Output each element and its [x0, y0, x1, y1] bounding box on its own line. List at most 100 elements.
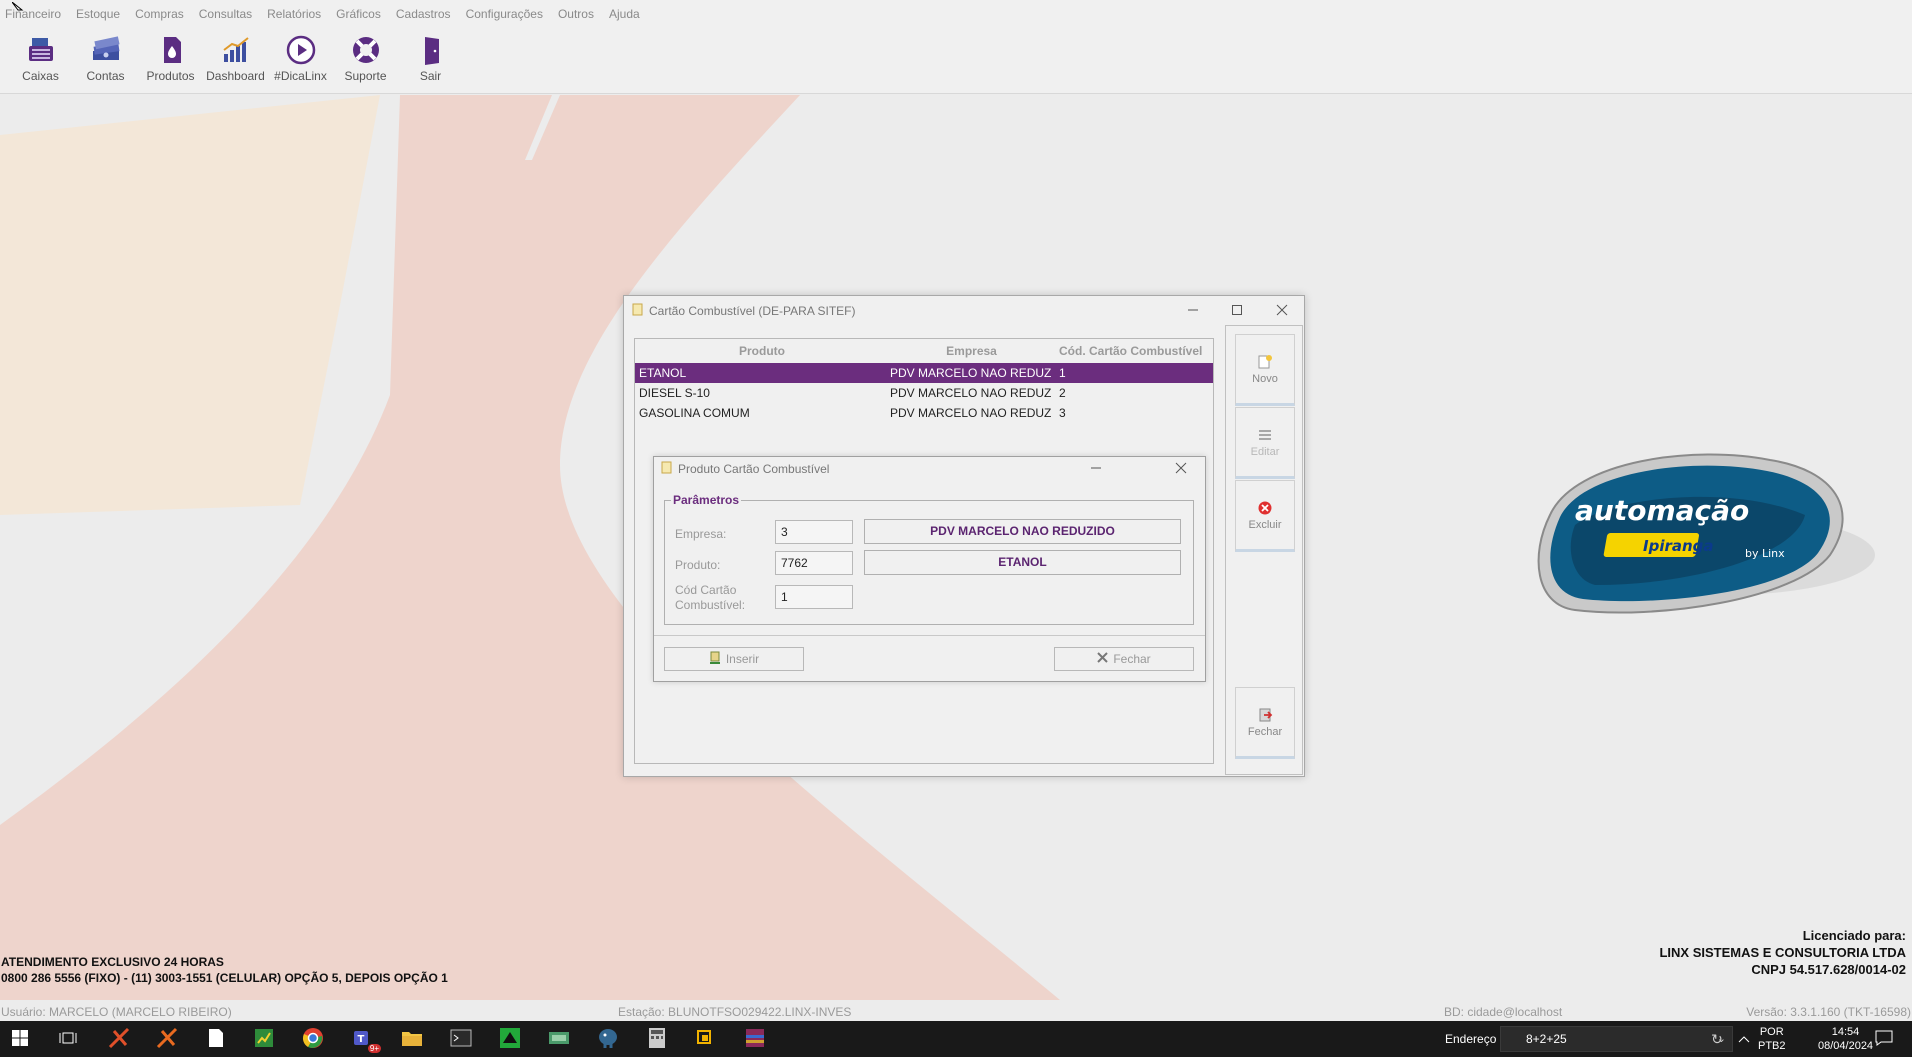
parametros-group: Parâmetros Empresa: 3 PDV MARCELO NAO RE…: [664, 493, 1194, 625]
toolbar-sair-button[interactable]: Sair: [398, 28, 463, 93]
toolbar-dashboard-button[interactable]: Dashboard: [203, 28, 268, 93]
toolbar-suporte-button[interactable]: Suporte: [333, 28, 398, 93]
grid-header-produto[interactable]: Produto: [635, 344, 885, 358]
delete-icon: [1257, 500, 1273, 519]
minimize-button[interactable]: [1171, 296, 1215, 326]
address-field[interactable]: 8+2+25 ⌄: [1500, 1026, 1733, 1052]
status-usuario: Usuário: MARCELO (MARCELO RIBEIRO): [1, 1005, 232, 1019]
menu-relatorios[interactable]: Relatórios: [267, 7, 321, 21]
refresh-button[interactable]: ↻: [1705, 1027, 1729, 1051]
menu-graficos[interactable]: Gráficos: [336, 7, 381, 21]
taskbar-app-archive[interactable]: [743, 1027, 767, 1051]
close-icon: [1175, 461, 1187, 477]
maximize-button[interactable]: [1215, 296, 1259, 326]
license-line3: CNPJ 54.517.628/0014-02: [1751, 962, 1906, 977]
start-button[interactable]: [8, 1027, 32, 1051]
cod-cartao-field[interactable]: 1: [775, 585, 853, 609]
elephant-icon: [597, 1027, 619, 1052]
taskbar-app-terminal[interactable]: [449, 1027, 473, 1051]
menu-cadastros[interactable]: Cadastros: [396, 7, 451, 21]
taskbar-app-sticky[interactable]: [693, 1027, 717, 1051]
logo-by-linx-text: by Linx: [1745, 547, 1785, 560]
toolbar-dicalinx-button[interactable]: #DicaLinx: [268, 28, 333, 93]
menu-ajuda[interactable]: Ajuda: [609, 7, 640, 21]
new-document-icon: [1257, 354, 1273, 373]
keyboard-layout: PTB2: [1758, 1040, 1786, 1052]
taskbar-app-linx1[interactable]: [107, 1027, 131, 1051]
chrome-icon: [302, 1027, 324, 1052]
taskbar-app-explorer[interactable]: [400, 1027, 424, 1051]
logo-ipiranga-text: Ipiranga: [1643, 537, 1714, 555]
taskbar: T 9+ Endereço 8+2+25 ⌄ ↻ POR PTB2 14:54 …: [0, 1021, 1912, 1057]
grid-header-codigo[interactable]: Cód. Cartão Combustível: [1053, 344, 1202, 358]
license-info: Licenciado para: LINX SISTEMAS E CONSULT…: [1659, 927, 1906, 978]
empresa-field[interactable]: 3: [775, 520, 853, 544]
taskbar-app-green[interactable]: [498, 1027, 522, 1051]
table-row[interactable]: ETANOL PDV MARCELO NAO REDUZ 1: [635, 363, 1213, 383]
excluir-label: Excluir: [1248, 518, 1282, 531]
sticky-note-icon: [695, 1028, 715, 1051]
toolbar-produtos-button[interactable]: Produtos: [138, 28, 203, 93]
taskbar-app-teams[interactable]: T 9+: [351, 1027, 381, 1053]
fechar-window-button[interactable]: Fechar: [1235, 687, 1295, 759]
dialog-minimize-button[interactable]: [1074, 457, 1118, 481]
calculator-icon: [648, 1027, 666, 1052]
status-bar: Usuário: MARCELO (MARCELO RIBEIRO) Estaç…: [0, 1001, 1912, 1021]
novo-button[interactable]: Novo: [1235, 334, 1295, 406]
menu-compras[interactable]: Compras: [135, 7, 184, 21]
minimize-icon: [1090, 461, 1102, 477]
taskbar-app-chrome[interactable]: [301, 1027, 325, 1051]
taskbar-app-linx2[interactable]: [155, 1027, 179, 1051]
license-line1: Licenciado para:: [1802, 928, 1906, 943]
toolbar-caixas-label: Caixas: [22, 69, 59, 83]
window-title: Cartão Combustível (DE-PARA SITEF): [649, 304, 856, 318]
dialog-close-button[interactable]: [1159, 457, 1203, 481]
play-icon: [284, 33, 318, 67]
editar-button[interactable]: Editar: [1235, 407, 1295, 479]
produto-field[interactable]: 7762: [775, 551, 853, 575]
inserir-label: Inserir: [725, 652, 760, 666]
notifications-button[interactable]: [1872, 1027, 1896, 1051]
toolbar-caixas-button[interactable]: Caixas: [8, 28, 73, 93]
menu-configuracoes[interactable]: Configurações: [466, 7, 543, 21]
inserir-button[interactable]: Inserir: [664, 647, 804, 671]
tray-expand-button[interactable]: [1732, 1027, 1756, 1051]
language-indicator[interactable]: POR PTB2: [1758, 1025, 1786, 1053]
exit-door-icon: [414, 33, 448, 67]
linx-app-icon: [156, 1027, 178, 1052]
taskbar-app-postgres[interactable]: [596, 1027, 620, 1051]
fechar-dialog-button[interactable]: Fechar: [1054, 647, 1194, 671]
svg-text:T: T: [358, 1034, 365, 1045]
address-label: Endereço: [1445, 1032, 1497, 1046]
table-row[interactable]: DIESEL S-10 PDV MARCELO NAO REDUZ 2: [635, 383, 1213, 403]
toolbar-contas-button[interactable]: Contas: [73, 28, 138, 93]
taskbar-app-calculator[interactable]: [645, 1027, 669, 1051]
menu-bar: Financeiro Estoque Compras Consultas Rel…: [0, 0, 1912, 28]
task-view-button[interactable]: [56, 1027, 80, 1051]
teams-badge: 9+: [367, 1044, 381, 1053]
clock[interactable]: 14:54 08/04/2024: [1818, 1025, 1873, 1053]
minimize-icon: [1187, 303, 1199, 319]
empresa-name-box: PDV MARCELO NAO REDUZIDO: [864, 519, 1181, 544]
clock-date: 08/04/2024: [1818, 1040, 1874, 1052]
taskbar-app-network[interactable]: [547, 1027, 571, 1051]
toolbar-suporte-label: Suporte: [344, 69, 387, 83]
lifebuoy-icon: [349, 33, 383, 67]
cell-codigo: 3: [1059, 406, 1066, 420]
cell-codigo: 1: [1059, 366, 1066, 380]
taskbar-app-spreadsheet[interactable]: [252, 1027, 276, 1051]
close-window-button[interactable]: [1260, 296, 1304, 326]
archive-icon: [744, 1027, 766, 1052]
bar-chart-icon: [219, 33, 253, 67]
grid-header-empresa[interactable]: Empresa: [885, 344, 1053, 358]
excluir-button[interactable]: Excluir: [1235, 480, 1295, 552]
status-estacao: Estação: BLUNOTFSO029422.LINX-INVES: [618, 1005, 852, 1019]
taskbar-app-document[interactable]: [204, 1027, 228, 1051]
toolbar-dashboard-label: Dashboard: [206, 69, 265, 83]
table-row[interactable]: GASOLINA COMUM PDV MARCELO NAO REDUZ 3: [635, 403, 1213, 423]
cash-register-icon: [24, 33, 58, 67]
menu-consultas[interactable]: Consultas: [199, 7, 252, 21]
menu-outros[interactable]: Outros: [558, 7, 594, 21]
menu-estoque[interactable]: Estoque: [76, 7, 120, 21]
money-stack-icon: [89, 33, 123, 67]
